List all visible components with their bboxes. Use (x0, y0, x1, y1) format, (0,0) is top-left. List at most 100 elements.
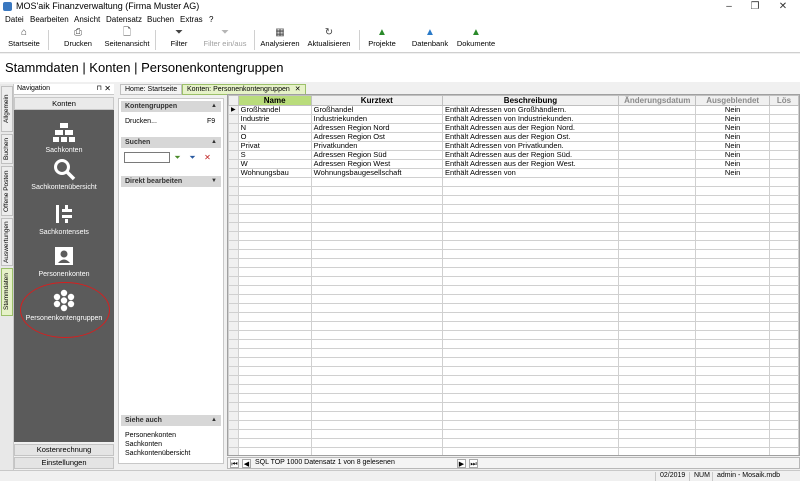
cell-name[interactable] (237, 357, 312, 367)
siehe-auch-header[interactable]: Siehe auch ▲ (121, 415, 221, 426)
cell-name[interactable]: N (237, 123, 312, 133)
previous-record-button[interactable]: ◀ (242, 459, 251, 468)
row-indicator[interactable] (228, 150, 239, 160)
cell-aenderungsdatum[interactable] (618, 312, 697, 322)
row-indicator[interactable] (228, 294, 239, 304)
row-indicator[interactable] (228, 420, 239, 430)
cell-ausgeblendet[interactable] (695, 204, 770, 214)
cell-name[interactable] (237, 393, 312, 403)
cell-loeschen[interactable] (768, 330, 799, 340)
nav-kostenrechnung[interactable]: Kostenrechnung (14, 444, 114, 456)
cell-name[interactable] (237, 213, 312, 223)
vtab-buchen[interactable]: Buchen (1, 134, 13, 164)
cell-kurztext[interactable] (310, 393, 443, 403)
cell-ausgeblendet[interactable] (695, 330, 770, 340)
cell-loeschen[interactable] (768, 348, 799, 358)
dokumente-button[interactable]: ▲ Dokumente (456, 27, 496, 52)
cell-ausgeblendet[interactable] (695, 285, 770, 295)
next-record-button[interactable]: ▶ (457, 459, 466, 468)
row-indicator[interactable] (228, 348, 239, 358)
row-indicator[interactable] (228, 204, 239, 214)
cell-beschreibung[interactable] (441, 276, 620, 286)
cell-aenderungsdatum[interactable] (618, 276, 697, 286)
cell-loeschen[interactable] (768, 303, 799, 313)
cell-name[interactable]: Wohnungsbau (237, 168, 312, 178)
empty-row[interactable] (228, 204, 799, 214)
cell-beschreibung[interactable] (441, 447, 620, 455)
cell-beschreibung[interactable]: Enthält Adressen von (441, 168, 620, 178)
cell-beschreibung[interactable] (441, 213, 620, 223)
close-button[interactable]: ✕ (770, 0, 796, 14)
drucken-button[interactable]: ⎙ Drucken (58, 27, 98, 52)
column-header-ausgeblendet[interactable]: Ausgeblendet (695, 95, 770, 106)
cell-beschreibung[interactable] (441, 312, 620, 322)
cell-name[interactable] (237, 312, 312, 322)
cell-aenderungsdatum[interactable] (618, 168, 697, 178)
cell-beschreibung[interactable] (441, 294, 620, 304)
cell-ausgeblendet[interactable] (695, 429, 770, 439)
cell-name[interactable] (237, 222, 312, 232)
row-indicator[interactable] (228, 231, 239, 241)
cell-aenderungsdatum[interactable] (618, 348, 697, 358)
search-input[interactable] (124, 152, 170, 163)
cell-aenderungsdatum[interactable] (618, 330, 697, 340)
cell-aenderungsdatum[interactable] (618, 294, 697, 304)
cell-beschreibung[interactable] (441, 429, 620, 439)
empty-row[interactable] (228, 240, 799, 250)
cell-name[interactable] (237, 231, 312, 241)
cell-ausgeblendet[interactable]: Nein (695, 132, 770, 142)
cell-kurztext[interactable] (310, 276, 443, 286)
cell-ausgeblendet[interactable]: Nein (695, 159, 770, 169)
vtab-auswertungen[interactable]: Auswertungen (1, 218, 13, 266)
cell-loeschen[interactable] (768, 249, 799, 259)
cell-beschreibung[interactable] (441, 240, 620, 250)
cell-loeschen[interactable] (768, 384, 799, 394)
cell-loeschen[interactable] (768, 438, 799, 448)
link-sachkonten[interactable]: Sachkonten (125, 441, 162, 448)
row-indicator[interactable] (228, 267, 239, 277)
cell-kurztext[interactable] (310, 240, 443, 250)
cell-ausgeblendet[interactable] (695, 438, 770, 448)
cell-aenderungsdatum[interactable] (618, 357, 697, 367)
cell-aenderungsdatum[interactable] (618, 285, 697, 295)
cell-beschreibung[interactable] (441, 438, 620, 448)
cell-kurztext[interactable] (310, 357, 443, 367)
row-indicator[interactable] (228, 447, 239, 455)
row-indicator[interactable] (228, 357, 239, 367)
cell-loeschen[interactable] (768, 222, 799, 232)
cell-loeschen[interactable] (768, 366, 799, 376)
table-row[interactable]: Wohnungsbau Wohnungsbaugesellschaft Enthäl… (228, 168, 799, 178)
search-clear-icon[interactable]: ✕ (202, 152, 213, 163)
cell-beschreibung[interactable]: Enthält Adressen von Industriekunden. (441, 114, 620, 124)
cell-aenderungsdatum[interactable] (618, 240, 697, 250)
cell-kurztext[interactable] (310, 420, 443, 430)
empty-row[interactable] (228, 195, 799, 205)
tab-home[interactable]: Home: Startseite (120, 84, 183, 95)
cell-loeschen[interactable] (768, 159, 799, 169)
cell-aenderungsdatum[interactable] (618, 141, 697, 151)
cell-ausgeblendet[interactable] (695, 222, 770, 232)
cell-name[interactable] (237, 384, 312, 394)
cell-kurztext[interactable] (310, 177, 443, 187)
projekte-button[interactable]: ▲ Projekte (366, 27, 398, 52)
cell-ausgeblendet[interactable] (695, 402, 770, 412)
cell-kurztext[interactable]: Großhandel (310, 105, 443, 115)
cell-name[interactable] (237, 204, 312, 214)
cell-kurztext[interactable] (310, 213, 443, 223)
cell-loeschen[interactable] (768, 240, 799, 250)
cell-name[interactable] (237, 375, 312, 385)
empty-row[interactable] (228, 429, 799, 439)
row-indicator[interactable] (228, 186, 239, 196)
row-indicator[interactable] (228, 429, 239, 439)
row-indicator[interactable] (228, 321, 239, 331)
cell-beschreibung[interactable] (441, 186, 620, 196)
cell-ausgeblendet[interactable] (695, 348, 770, 358)
seitenansicht-button[interactable]: 🗋 Seitenansicht (104, 27, 150, 52)
collapse-icon[interactable]: ▲ (211, 101, 217, 112)
cell-beschreibung[interactable] (441, 420, 620, 430)
menu-bearbeiten[interactable]: Bearbeiten (30, 15, 69, 24)
cell-ausgeblendet[interactable] (695, 213, 770, 223)
row-indicator[interactable] (228, 258, 239, 268)
cell-beschreibung[interactable] (441, 393, 620, 403)
table-row[interactable]: Industrie Industriekunden Enthält Adressen… (228, 114, 799, 124)
